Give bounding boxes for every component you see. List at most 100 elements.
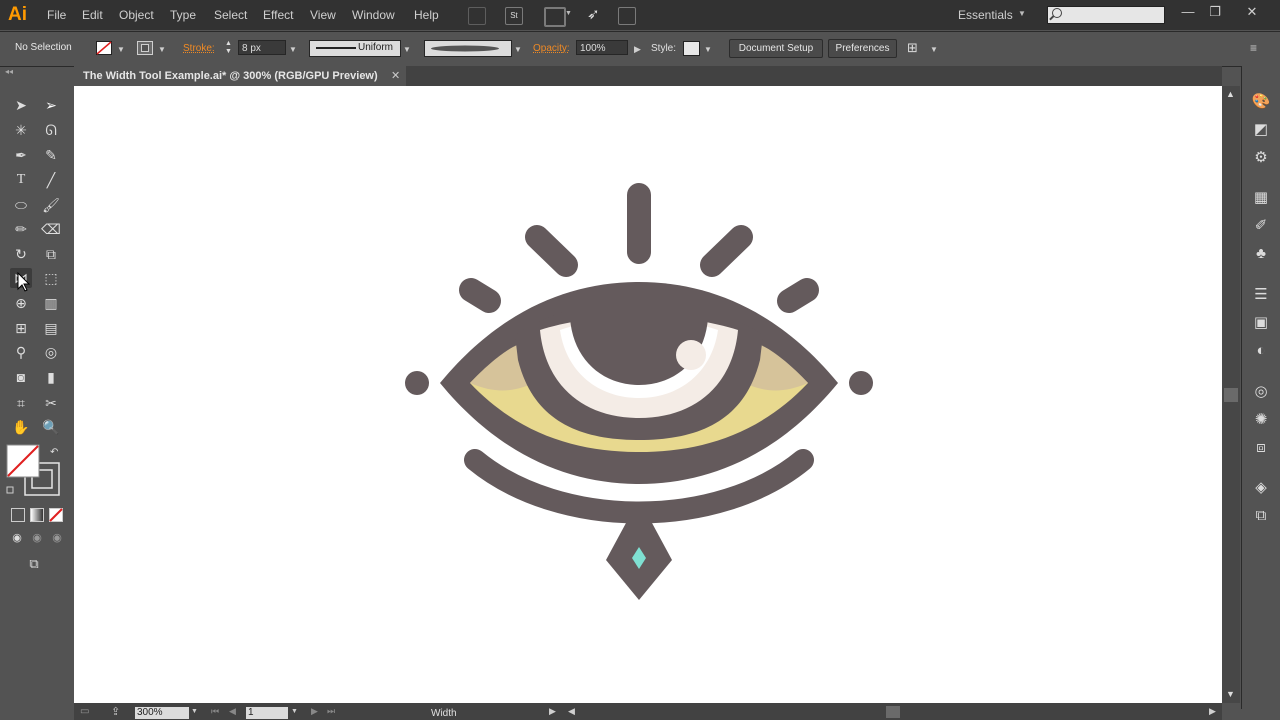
brush-dropdown-icon[interactable]: ▼ (514, 45, 522, 54)
menu-effect[interactable]: Effect (263, 8, 293, 22)
stroke-label[interactable]: Stroke: (183, 43, 215, 54)
curvature-tool-icon[interactable]: ✎ (40, 145, 62, 165)
scroll-left-icon[interactable]: ◀ (568, 706, 575, 717)
layers-panel-icon[interactable]: ◈ (1251, 478, 1271, 498)
hand-tool-icon[interactable]: ✋ (10, 417, 32, 437)
brushes-panel-icon[interactable]: ✐ (1251, 216, 1271, 236)
color-panel-icon[interactable]: 🎨 (1251, 92, 1271, 112)
document-setup-button[interactable]: Document Setup (729, 39, 823, 58)
search-input[interactable] (1047, 6, 1165, 24)
artboards-panel-icon[interactable]: ⧉ (1251, 506, 1271, 526)
symbols-panel-icon[interactable]: ♣ (1251, 244, 1271, 264)
bridge-icon[interactable] (468, 7, 486, 25)
next-artboard-icon[interactable]: ▶ (311, 706, 318, 717)
menu-help[interactable]: Help (414, 8, 439, 22)
previous-artboard-icon[interactable]: ◀ (229, 706, 236, 717)
type-tool-icon[interactable]: T (10, 170, 32, 190)
scale-tool-icon[interactable]: ⧉ (40, 244, 62, 264)
menu-window[interactable]: Window (352, 8, 395, 22)
scroll-right-icon[interactable]: ▶ (1209, 706, 1216, 717)
stroke-stepper-icon[interactable]: ▲ ▼ (225, 40, 232, 56)
stock-icon[interactable]: St (505, 7, 523, 25)
menu-view[interactable]: View (310, 8, 336, 22)
arrange-documents-icon[interactable] (544, 7, 566, 27)
gradient-mode-icon[interactable] (30, 508, 44, 522)
lasso-tool-icon[interactable]: ᘏ (40, 120, 62, 140)
eraser-tool-icon[interactable]: ⌫ (40, 219, 62, 239)
first-artboard-icon[interactable]: ⏮ (211, 706, 219, 717)
graphic-style-swatch[interactable] (683, 41, 700, 56)
free-transform-tool-icon[interactable]: ⬚ (40, 268, 62, 288)
status-menu-icon[interactable]: ▶ (549, 706, 556, 717)
stroke-dropdown-icon[interactable]: ▼ (158, 45, 166, 54)
style-dropdown-icon[interactable]: ▼ (704, 45, 712, 54)
none-mode-icon[interactable] (49, 508, 63, 522)
chevron-down-icon[interactable]: ▼ (1018, 9, 1026, 18)
cc-libraries-icon[interactable]: ▭ (80, 706, 89, 717)
fill-swatch[interactable] (96, 41, 112, 55)
perspective-grid-tool-icon[interactable]: ▥ (40, 293, 62, 313)
screen-mode-icon[interactable]: ⧉ (23, 554, 45, 574)
menu-file[interactable]: File (47, 8, 66, 22)
selection-tool-icon[interactable]: ➤ (10, 95, 32, 115)
profile-dropdown-icon[interactable]: ▼ (403, 45, 411, 54)
zoom-tool-icon[interactable]: 🔍 (40, 417, 62, 437)
workspace-switcher[interactable]: Essentials (958, 8, 1013, 22)
restore-button[interactable]: ❐ (1203, 4, 1227, 20)
pen-tool-icon[interactable]: ✒ (10, 145, 32, 165)
opacity-label[interactable]: Opacity: (533, 43, 570, 54)
stroke-swatch[interactable] (137, 41, 153, 55)
zoom-dropdown-icon[interactable]: ▼ (191, 708, 198, 715)
direct-selection-tool-icon[interactable]: ➢ (40, 95, 62, 115)
gradient-tool-icon[interactable]: ▤ (40, 318, 62, 338)
close-tab-button[interactable]: ✕ (391, 69, 400, 82)
draw-behind-icon[interactable]: ◉ (26, 528, 48, 548)
variable-width-profile[interactable]: Uniform (309, 40, 401, 57)
column-graph-tool-icon[interactable]: ▮ (40, 367, 62, 387)
stroke-weight-dropdown-icon[interactable]: ▼ (289, 45, 297, 54)
close-button[interactable]: ✕ (1240, 4, 1264, 20)
horizontal-scroll-thumb[interactable] (886, 706, 900, 718)
shape-builder-tool-icon[interactable]: ⊕ (10, 293, 32, 313)
menu-type[interactable]: Type (170, 8, 196, 22)
pencil-tool-icon[interactable]: ✏ (10, 219, 32, 239)
color-themes-icon[interactable]: ⚙ (1251, 148, 1271, 168)
draw-inside-icon[interactable]: ◉ (46, 528, 68, 548)
scroll-up-icon[interactable]: ▲ (1226, 89, 1235, 99)
menu-object[interactable]: Object (119, 8, 154, 22)
opacity-field[interactable]: 100% (576, 40, 628, 55)
color-guide-icon[interactable]: ◩ (1251, 120, 1271, 140)
cloud-sync-icon[interactable] (618, 7, 636, 25)
paintbrush-tool-icon[interactable]: 🖌 (40, 195, 62, 215)
stroke-weight-field[interactable]: 8 px (238, 40, 286, 55)
fill-dropdown-icon[interactable]: ▼ (117, 45, 125, 54)
transparency-panel-icon[interactable]: ◐ (1251, 341, 1271, 361)
gradient-panel-icon[interactable]: ▣ (1251, 313, 1271, 333)
line-segment-tool-icon[interactable]: ╱ (40, 170, 62, 190)
panel-menu-icon[interactable]: ≡ (1250, 41, 1257, 55)
minimize-button[interactable]: — (1176, 4, 1200, 19)
magic-wand-tool-icon[interactable]: ✳ (10, 120, 32, 140)
brush-definition[interactable] (424, 40, 512, 57)
draw-normal-icon[interactable]: ◉ (6, 528, 28, 548)
appearance-panel-icon[interactable]: ◎ (1251, 382, 1271, 402)
zoom-field[interactable]: 300% (135, 707, 189, 719)
arrange-dropdown-icon[interactable]: ▼ (565, 10, 572, 17)
gpu-performance-icon[interactable]: ➶ (587, 5, 600, 23)
eyedropper-tool-icon[interactable]: ⚲ (10, 342, 32, 362)
last-artboard-icon[interactable]: ⏭ (327, 706, 335, 717)
preferences-button[interactable]: Preferences (828, 39, 897, 58)
symbol-sprayer-tool-icon[interactable]: ◙ (10, 367, 32, 387)
color-mode-icon[interactable] (11, 508, 25, 522)
vertical-scroll-thumb[interactable] (1224, 388, 1238, 402)
rotate-tool-icon[interactable]: ↻ (10, 244, 32, 264)
menu-edit[interactable]: Edit (82, 8, 103, 22)
scroll-down-icon[interactable]: ▼ (1226, 689, 1235, 699)
asset-export-icon[interactable]: ⧈ (1251, 438, 1271, 458)
swatches-panel-icon[interactable]: ▦ (1251, 188, 1271, 208)
blend-tool-icon[interactable]: ◎ (40, 342, 62, 362)
artboard-dropdown-icon[interactable]: ▼ (291, 708, 298, 715)
artboard-tool-icon[interactable]: ⌗ (10, 393, 32, 413)
opacity-arrow-icon[interactable]: ▶ (634, 44, 641, 55)
eye-artwork[interactable] (395, 175, 885, 605)
